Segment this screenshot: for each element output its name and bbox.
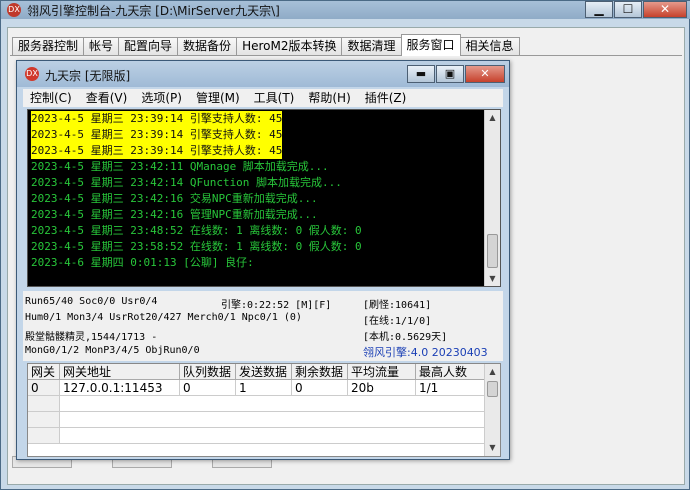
gateway-table-header: 网关 网关地址 队列数据 发送数据 剩余数据 平均流量 最高人数 [28,364,486,380]
menu-plugins[interactable]: 插件(Z) [358,89,414,107]
menu-options[interactable]: 选项(P) [134,89,189,107]
menu-view[interactable]: 查看(V) [79,89,135,107]
tab-herom2-convert[interactable]: HeroM2版本转换 [236,37,343,56]
app-logo-icon: DX [7,3,21,17]
column-header[interactable]: 剩余数据 [292,364,348,380]
status-spawn-count: [刷怪:10641] [363,300,432,311]
empty-row [28,428,486,444]
tab-account[interactable]: 帐号 [83,37,120,56]
main-title-bar[interactable]: DX 翎风引擎控制台-九天宗 [D:\MirServer九天宗\] ▁ ☐ ✕ [1,1,690,19]
cell-average-traffic: 20b [348,380,416,396]
log-line: 2023-4-5 星期三 23:39:14 引擎支持人数: 45 [31,111,283,127]
cell-gateway-address: 127.0.0.1:11453 [60,380,180,396]
main-window-title: 翎风引擎控制台-九天宗 [D:\MirServer九天宗\] [27,4,280,18]
tab-strip: 服务器控制 帐号 配置向导 数据备份 HeroM2版本转换 数据清理 服务窗口 … [12,34,520,56]
table-row[interactable]: 0 127.0.0.1:11453 0 1 0 20b 1/1 [28,380,486,396]
scroll-down-icon[interactable]: ▼ [485,271,500,286]
status-local-uptime: [本机:0.5629天] [363,332,448,343]
log-line: 2023-4-5 星期三 23:48:52 在线数: 1 离线数: 0 假人数:… [31,224,362,237]
status-run-info: Run65/40 Soc0/0 Usr0/4 [25,296,158,307]
table-scroll-thumb[interactable] [487,381,498,397]
column-header[interactable]: 最高人数 [416,364,486,380]
cell-sent-data: 1 [236,380,292,396]
service-window: DX 九天宗 [无限版] ▬ ▣ ✕ 控制(C) 查看(V) 选项(P) 管理(… [16,60,510,460]
cell-remaining-data: 0 [292,380,348,396]
status-engine-uptime: 引擎:0:22:52 [M][F] [221,300,332,311]
cell-gateway-id: 0 [28,380,60,396]
empty-row [28,412,486,428]
tab-related-info[interactable]: 相关信息 [459,37,520,56]
column-header[interactable]: 网关 [28,364,60,380]
console-scrollbar[interactable]: ▲ ▼ [484,110,500,286]
column-header[interactable]: 平均流量 [348,364,416,380]
cell-max-players: 1/1 [416,380,486,396]
tab-config-wizard[interactable]: 配置向导 [118,37,179,56]
log-line: 2023-4-6 星期四 0:01:13 [公聊] 良仔: [31,256,254,269]
service-title-bar[interactable]: DX 九天宗 [无限版] ▬ ▣ ✕ [17,61,509,87]
menu-bar: 控制(C) 查看(V) 选项(P) 管理(M) 工具(T) 帮助(H) 插件(Z… [23,89,503,107]
status-panel: Run65/40 Soc0/0 Usr0/4 引擎:0:22:52 [M][F]… [23,291,503,361]
log-line: 2023-4-5 星期三 23:39:14 引擎支持人数: 45 [31,127,283,143]
service-logo-icon: DX [25,67,39,81]
log-line: 2023-4-5 星期三 23:42:14 QFunction 脚本加载完成..… [31,176,342,189]
service-minimize-button[interactable]: ▬ [407,65,435,83]
status-mon-info: MonG0/1/2 MonP3/4/5 ObjRun0/0 [25,345,200,356]
scroll-up-icon[interactable]: ▲ [485,364,500,380]
column-header[interactable]: 网关地址 [60,364,180,380]
scroll-up-icon[interactable]: ▲ [485,110,500,126]
status-online-count: [在线:1/1/0] [363,316,432,327]
menu-help[interactable]: 帮助(H) [301,89,357,107]
service-maximize-button[interactable]: ▣ [436,65,464,83]
menu-control[interactable]: 控制(C) [23,89,79,107]
column-header[interactable]: 队列数据 [180,364,236,380]
tab-data-backup[interactable]: 数据备份 [177,37,238,56]
tab-service-window[interactable]: 服务窗口 [400,34,461,56]
tab-server-control[interactable]: 服务器控制 [12,37,85,56]
table-scrollbar[interactable]: ▲ ▼ [484,364,500,456]
log-console[interactable]: 2023-4-5 星期三 23:39:14 引擎支持人数: 45 2023-4-… [27,109,501,287]
column-header[interactable]: 发送数据 [236,364,292,380]
close-button[interactable]: ✕ [643,1,687,18]
log-line: 2023-4-5 星期三 23:58:52 在线数: 1 离线数: 0 假人数:… [31,240,362,253]
menu-tools[interactable]: 工具(T) [247,89,302,107]
log-line: 2023-4-5 星期三 23:42:16 管理NPC重新加载完成... [31,208,318,221]
log-line: 2023-4-5 星期三 23:39:14 引擎支持人数: 45 [31,143,283,159]
status-hum-info: Hum0/1 Mon3/4 UsrRot20/427 Merch0/1 Npc0… [25,312,302,323]
service-close-button[interactable]: ✕ [465,65,505,83]
console-scroll-thumb[interactable] [487,234,498,268]
status-current-monster: 殿堂骷髅精灵,1544/1713 - [25,332,158,343]
minimize-button[interactable]: ▁ [585,1,613,18]
scroll-down-icon[interactable]: ▼ [485,440,500,456]
gateway-table[interactable]: 网关 网关地址 队列数据 发送数据 剩余数据 平均流量 最高人数 0 127.0… [27,363,501,457]
cell-queue-data: 0 [180,380,236,396]
service-window-title: 九天宗 [无限版] [45,69,131,83]
engine-version-label: 翎风引擎:4.0 20230403 [363,346,488,359]
empty-row [28,396,486,412]
log-line: 2023-4-5 星期三 23:42:16 交易NPC重新加载完成... [31,192,318,205]
tab-data-cleanup[interactable]: 数据清理 [341,37,402,56]
menu-manage[interactable]: 管理(M) [189,89,247,107]
log-line: 2023-4-5 星期三 23:42:11 QManage 脚本加载完成... [31,160,329,173]
maximize-button[interactable]: ☐ [614,1,642,18]
